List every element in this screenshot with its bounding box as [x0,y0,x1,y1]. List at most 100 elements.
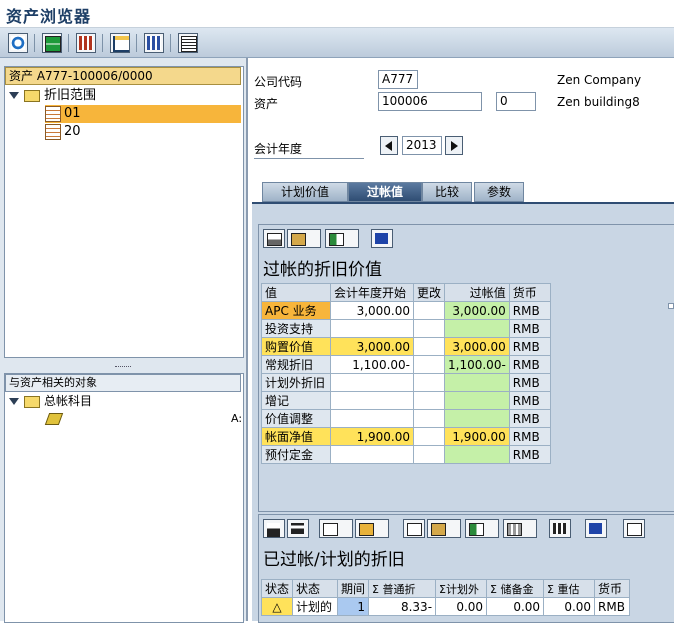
column-header[interactable]: 状态 [292,579,339,598]
posted-value-cell: 3,000.00 [444,337,510,356]
posted-value-cell [444,409,510,428]
list-icon[interactable] [178,33,198,53]
asset-subnumber-field[interactable]: 0 [496,92,536,111]
sort-ascending-icon[interactable] [263,519,285,538]
table-row[interactable]: 帐面净值 1,900.00 1,900.00 RMB [261,427,551,446]
refresh-icon[interactable] [8,33,28,53]
layout-grid-icon[interactable] [503,519,537,538]
toolbar-separator [136,34,137,52]
fiscal-year-label: 会计年度 [254,140,364,159]
tab-posted-values[interactable]: 过帐值 [348,182,422,202]
tree-node-gl-account[interactable]: 总帐科目 [9,392,92,410]
column-header[interactable]: Σ计划外 [435,579,488,598]
currency-cell: RMB [508,445,551,464]
revaluation-cell: 0.00 [543,597,596,616]
column-header[interactable]: Σ 重估 [543,579,596,598]
expand-icon[interactable] [9,92,19,99]
column-header[interactable]: 过帐值 [444,283,510,302]
tree-item-20[interactable]: 20 [45,123,81,141]
gl-account-row[interactable]: A: [44,410,242,428]
tree-item-01[interactable]: 01 [45,105,241,123]
graphic-icon[interactable] [549,519,571,538]
status-icon: △ [260,597,294,616]
filter-icon[interactable] [287,519,309,538]
table-row[interactable]: 计划外折旧 RMB [261,373,551,392]
info-icon[interactable] [585,519,607,538]
table-row[interactable]: 预付定金 RMB [261,445,551,464]
resize-handle[interactable] [668,303,674,309]
company-code-field[interactable]: A777 [378,70,418,89]
tab-comparison[interactable]: 比较 [422,182,472,202]
sum-icon[interactable] [319,519,353,538]
asset-name: Zen building8 [557,95,640,109]
year-start-cell: 3,000.00 [330,301,414,320]
change-cell [412,373,446,392]
column-header[interactable]: 期间 [337,579,370,598]
year-start-cell: 3,000.00 [330,337,414,356]
details-icon[interactable] [287,229,321,248]
column-header[interactable]: 值 [261,283,331,302]
table-row[interactable]: △ 计划的 1 8.33- 0.00 0.00 0.00 RMB [260,597,631,616]
change-cell [412,355,446,374]
toolbar-separator [34,34,35,52]
table-row[interactable]: 常规折旧 1,100.00- 1,100.00- RMB [261,355,551,374]
previous-year-button[interactable] [380,136,398,155]
value-name-cell: 投资支持 [261,319,331,338]
print-icon[interactable] [263,229,285,248]
export-icon[interactable] [325,229,359,248]
tree-node-depreciation-area[interactable]: 折旧范围 [9,87,96,105]
reserve-cell: 0.00 [486,597,545,616]
folder-icon [24,395,40,408]
arrow-left-icon [385,141,392,151]
table-row[interactable]: 价值调整 RMB [261,409,551,428]
column-header[interactable]: 货币 [508,283,551,302]
currency-cell: RMB [508,301,551,320]
chart-icon[interactable] [144,33,164,53]
table-icon [45,105,61,122]
tree-icon[interactable] [110,33,130,53]
asset-header: 资产 A777-100006/0000 [5,67,241,85]
asset-number-field[interactable]: 100006 [378,92,482,111]
column-header[interactable]: 会计年度开始 [330,283,414,302]
column-header[interactable]: 更改 [412,283,446,302]
table-header-row: 值 会计年度开始 更改 过帐值 货币 [261,283,551,302]
column-header[interactable]: 状态 [260,579,294,598]
table-row[interactable]: 增记 RMB [261,391,551,410]
subtotal-icon[interactable] [355,519,389,538]
posted-value-cell [444,445,510,464]
posted-value-cell [444,391,510,410]
column-header[interactable]: 货币 [594,579,631,598]
posted-value-cell: 3,000.00 [444,301,510,320]
next-year-button[interactable] [445,136,463,155]
export-icon[interactable] [465,519,499,538]
table-row[interactable]: 投资支持 RMB [261,319,551,338]
calculator-icon[interactable] [76,33,96,53]
asset-label: 资产 [254,97,279,111]
change-cell [412,337,446,356]
tab-planned-values[interactable]: 计划价值 [262,182,348,202]
currency-cell: RMB [508,409,551,428]
related-root-label: 总帐科目 [44,394,93,408]
change-cell [412,301,446,320]
related-header-label: 与资产相关的对象 [9,376,97,389]
splitter-handle[interactable] [115,366,131,368]
table-row[interactable]: 购置价值 3,000.00 3,000.00 RMB [261,337,551,356]
fiscal-year-field[interactable]: 2013 [402,136,442,155]
tree-item-label: 20 [64,124,81,139]
period-cell: 1 [337,597,370,616]
layout-icon[interactable] [42,33,62,53]
table-row[interactable]: APC 业务 3,000.00 3,000.00 RMB [261,301,551,320]
tab-parameters[interactable]: 参数 [474,182,524,202]
expand-icon[interactable] [9,398,19,405]
value-name-cell: 增记 [261,391,331,410]
change-cell [412,391,446,410]
column-header[interactable]: Σ 普通折 [368,579,437,598]
details-icon[interactable] [427,519,461,538]
currency-cell: RMB [508,319,551,338]
info-icon[interactable] [371,229,393,248]
table-icon [45,123,61,140]
print-preview-icon[interactable] [403,519,425,538]
tab-strip: 计划价值 过帐值 比较 参数 [262,182,674,202]
column-header[interactable]: Σ 储备金 [486,579,545,598]
settings-icon[interactable] [623,519,645,538]
